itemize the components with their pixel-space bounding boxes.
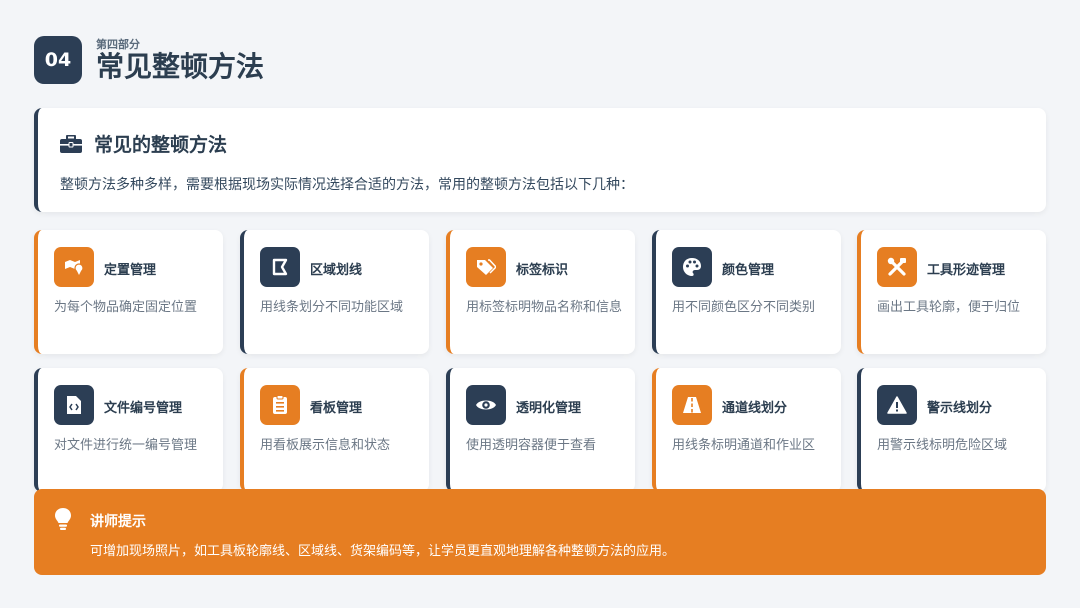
intro-text: 整顿方法多种多样，需要根据现场实际情况选择合适的方法，常用的整顿方法包括以下几种… xyxy=(60,177,634,193)
method-description: 用不同颜色区分不同类别 xyxy=(672,300,816,315)
method-card-zone-lines: 区域划线 用线条划分不同功能区域 xyxy=(240,230,429,354)
method-card-file-numbering: 文件编号管理 对文件进行统一编号管理 xyxy=(34,368,223,492)
instructor-tip-box: 讲师提示 可增加现场照片，如工具板轮廓线、区域线、货架编码等，让学员更直观地理解… xyxy=(34,489,1046,575)
page-title: 常见整顿方法 xyxy=(96,49,265,83)
method-card-kanban: 看板管理 用看板展示信息和状态 xyxy=(240,368,429,492)
intro-title: 常见的整顿方法 xyxy=(94,134,228,156)
method-description: 画出工具轮廓，便于归位 xyxy=(877,300,1021,315)
method-name: 看板管理 xyxy=(310,401,363,416)
section-subtitle: 第四部分 xyxy=(96,37,140,51)
section-header: 04 第四部分 常见整顿方法 xyxy=(34,36,264,84)
tools-icon xyxy=(877,247,917,287)
method-name: 定置管理 xyxy=(104,263,157,278)
method-description: 用线条划分不同功能区域 xyxy=(260,300,404,315)
tip-title: 讲师提示 xyxy=(90,514,146,530)
method-name: 文件编号管理 xyxy=(104,401,183,416)
method-name: 工具形迹管理 xyxy=(927,263,1006,278)
method-description: 用线条标明通道和作业区 xyxy=(672,438,816,453)
method-name: 标签标识 xyxy=(516,263,569,278)
vector-square-icon xyxy=(260,247,300,287)
method-description: 使用透明容器便于查看 xyxy=(466,438,597,453)
title-group: 第四部分 常见整顿方法 xyxy=(96,38,264,83)
method-card-warning-lines: 警示线划分 用警示线标明危险区域 xyxy=(857,368,1046,492)
method-card-transparency: 透明化管理 使用透明容器便于查看 xyxy=(446,368,635,492)
intro-card: 常见的整顿方法 整顿方法多种多样，需要根据现场实际情况选择合适的方法，常用的整顿… xyxy=(34,108,1046,212)
warning-triangle-icon xyxy=(877,385,917,425)
method-card-tool-shadow: 工具形迹管理 画出工具轮廓，便于归位 xyxy=(857,230,1046,354)
method-description: 为每个物品确定固定位置 xyxy=(54,300,198,315)
method-name: 区域划线 xyxy=(310,263,363,278)
method-card-fixed-position: 定置管理 为每个物品确定固定位置 xyxy=(34,230,223,354)
method-name: 通道线划分 xyxy=(722,401,788,416)
method-card-aisle-lines: 通道线划分 用线条标明通道和作业区 xyxy=(652,368,841,492)
tags-icon xyxy=(466,247,506,287)
method-description: 用标签标明物品名称和信息 xyxy=(466,300,623,315)
method-name: 透明化管理 xyxy=(516,401,582,416)
clipboard-list-icon xyxy=(260,385,300,425)
section-number-badge: 04 xyxy=(34,36,82,84)
lightbulb-icon xyxy=(52,507,74,531)
road-icon xyxy=(672,385,712,425)
method-card-color: 颜色管理 用不同颜色区分不同类别 xyxy=(652,230,841,354)
map-marker-icon xyxy=(54,247,94,287)
method-card-labels: 标签标识 用标签标明物品名称和信息 xyxy=(446,230,635,354)
tip-text: 可增加现场照片，如工具板轮廓线、区域线、货架编码等，让学员更直观地理解各种整顿方… xyxy=(90,544,676,559)
file-code-icon xyxy=(54,385,94,425)
intro-header: 常见的整顿方法 xyxy=(60,130,227,157)
method-description: 用警示线标明危险区域 xyxy=(877,438,1008,453)
method-description: 对文件进行统一编号管理 xyxy=(54,438,198,453)
toolbox-icon xyxy=(60,133,82,155)
method-name: 颜色管理 xyxy=(722,263,775,278)
method-description: 用看板展示信息和状态 xyxy=(260,438,391,453)
eye-icon xyxy=(466,385,506,425)
palette-icon xyxy=(672,247,712,287)
method-name: 警示线划分 xyxy=(927,401,993,416)
